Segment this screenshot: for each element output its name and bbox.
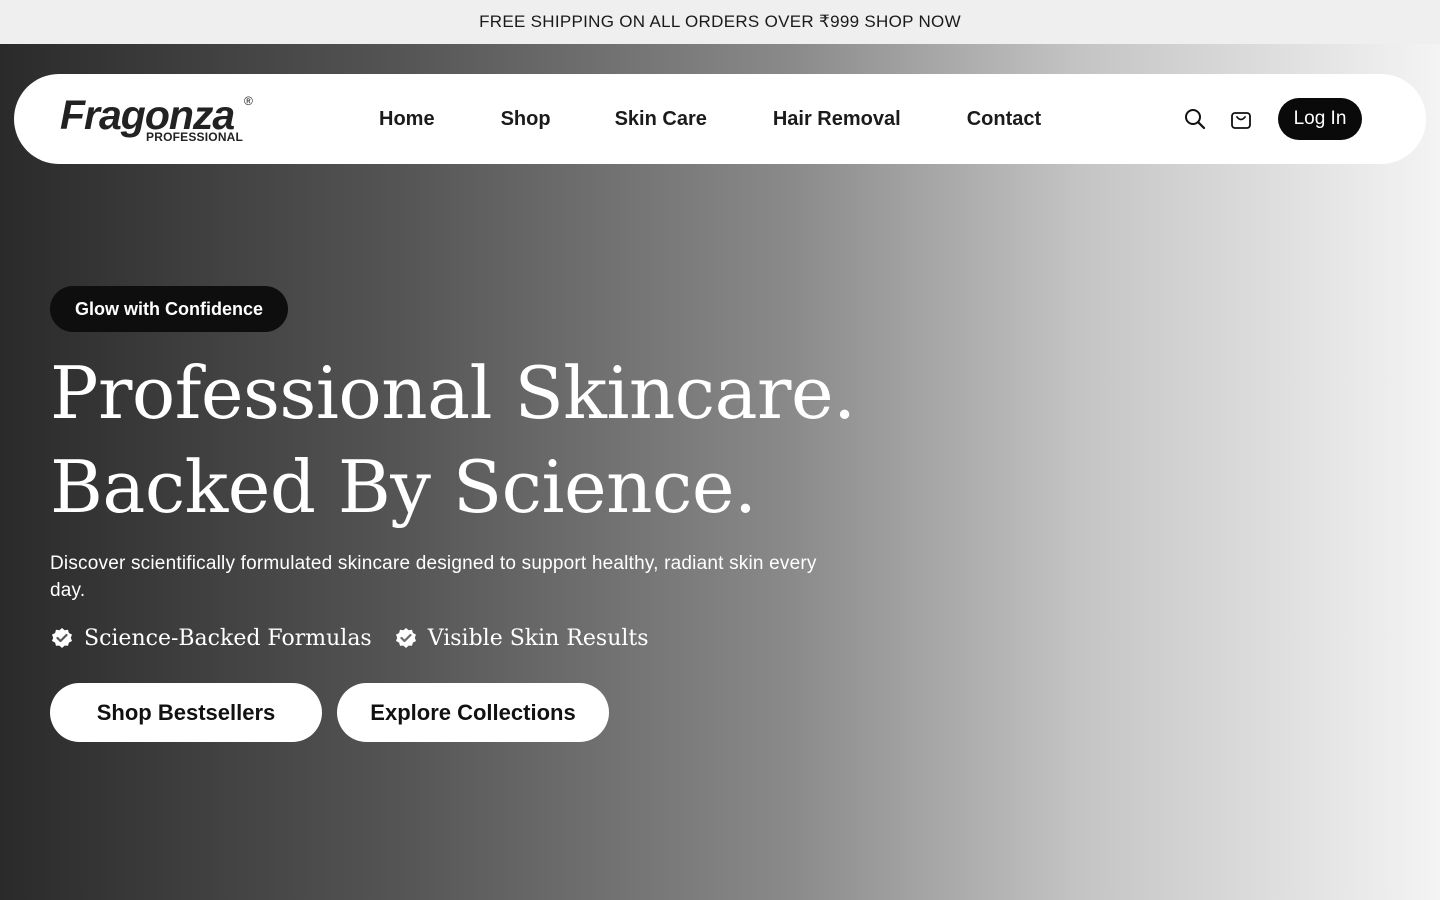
feature-item: Science-Backed Formulas (50, 626, 372, 651)
headline-line-1: Professional Skincare. (50, 351, 856, 435)
nav-shop[interactable]: Shop (501, 108, 551, 131)
nav-skin-care[interactable]: Skin Care (615, 108, 707, 131)
verified-check-icon (52, 628, 72, 648)
verified-check-icon (395, 628, 416, 648)
nav-contact[interactable]: Contact (967, 108, 1041, 131)
explore-collections-button[interactable]: Explore Collections (337, 683, 609, 742)
hero-subtext: Discover scientifically formulated skinc… (50, 553, 817, 601)
search-button[interactable] (1182, 106, 1208, 132)
cart-button[interactable] (1228, 106, 1254, 132)
logo-registered-mark: ® (244, 94, 253, 108)
cart-icon (1231, 112, 1251, 129)
feature-label: Visible Skin Results (427, 625, 649, 651)
announcement-text[interactable]: FREE SHIPPING ON ALL ORDERS OVER ₹999 SH… (479, 12, 961, 32)
feature-list: Science-Backed Formulas Visible Skin Res… (50, 622, 671, 654)
shop-bestsellers-button[interactable]: Shop Bestsellers (50, 683, 322, 742)
hero-headline: Professional Skincare. Backed By Science… (50, 346, 950, 534)
feature-label: Science-Backed Formulas (84, 625, 372, 651)
nav-hair-removal[interactable]: Hair Removal (773, 108, 901, 131)
announcement-bar[interactable]: FREE SHIPPING ON ALL ORDERS OVER ₹999 SH… (0, 0, 1440, 44)
brand-logo[interactable]: Fragonza ® PROFESSIONAL (60, 92, 260, 146)
search-icon (1185, 109, 1206, 130)
login-button[interactable]: Log In (1278, 98, 1362, 140)
hero-tag: Glow with Confidence (50, 286, 288, 332)
main-nav: Home Shop Skin Care Hair Removal Contact (359, 74, 1041, 164)
headline-line-2: Backed By Science. (50, 445, 757, 529)
logo-subtitle: PROFESSIONAL (146, 130, 244, 144)
feature-item: Visible Skin Results (394, 626, 649, 651)
site-header: Fragonza ® PROFESSIONAL Home Shop Skin C… (14, 74, 1426, 164)
nav-home[interactable]: Home (379, 108, 435, 131)
